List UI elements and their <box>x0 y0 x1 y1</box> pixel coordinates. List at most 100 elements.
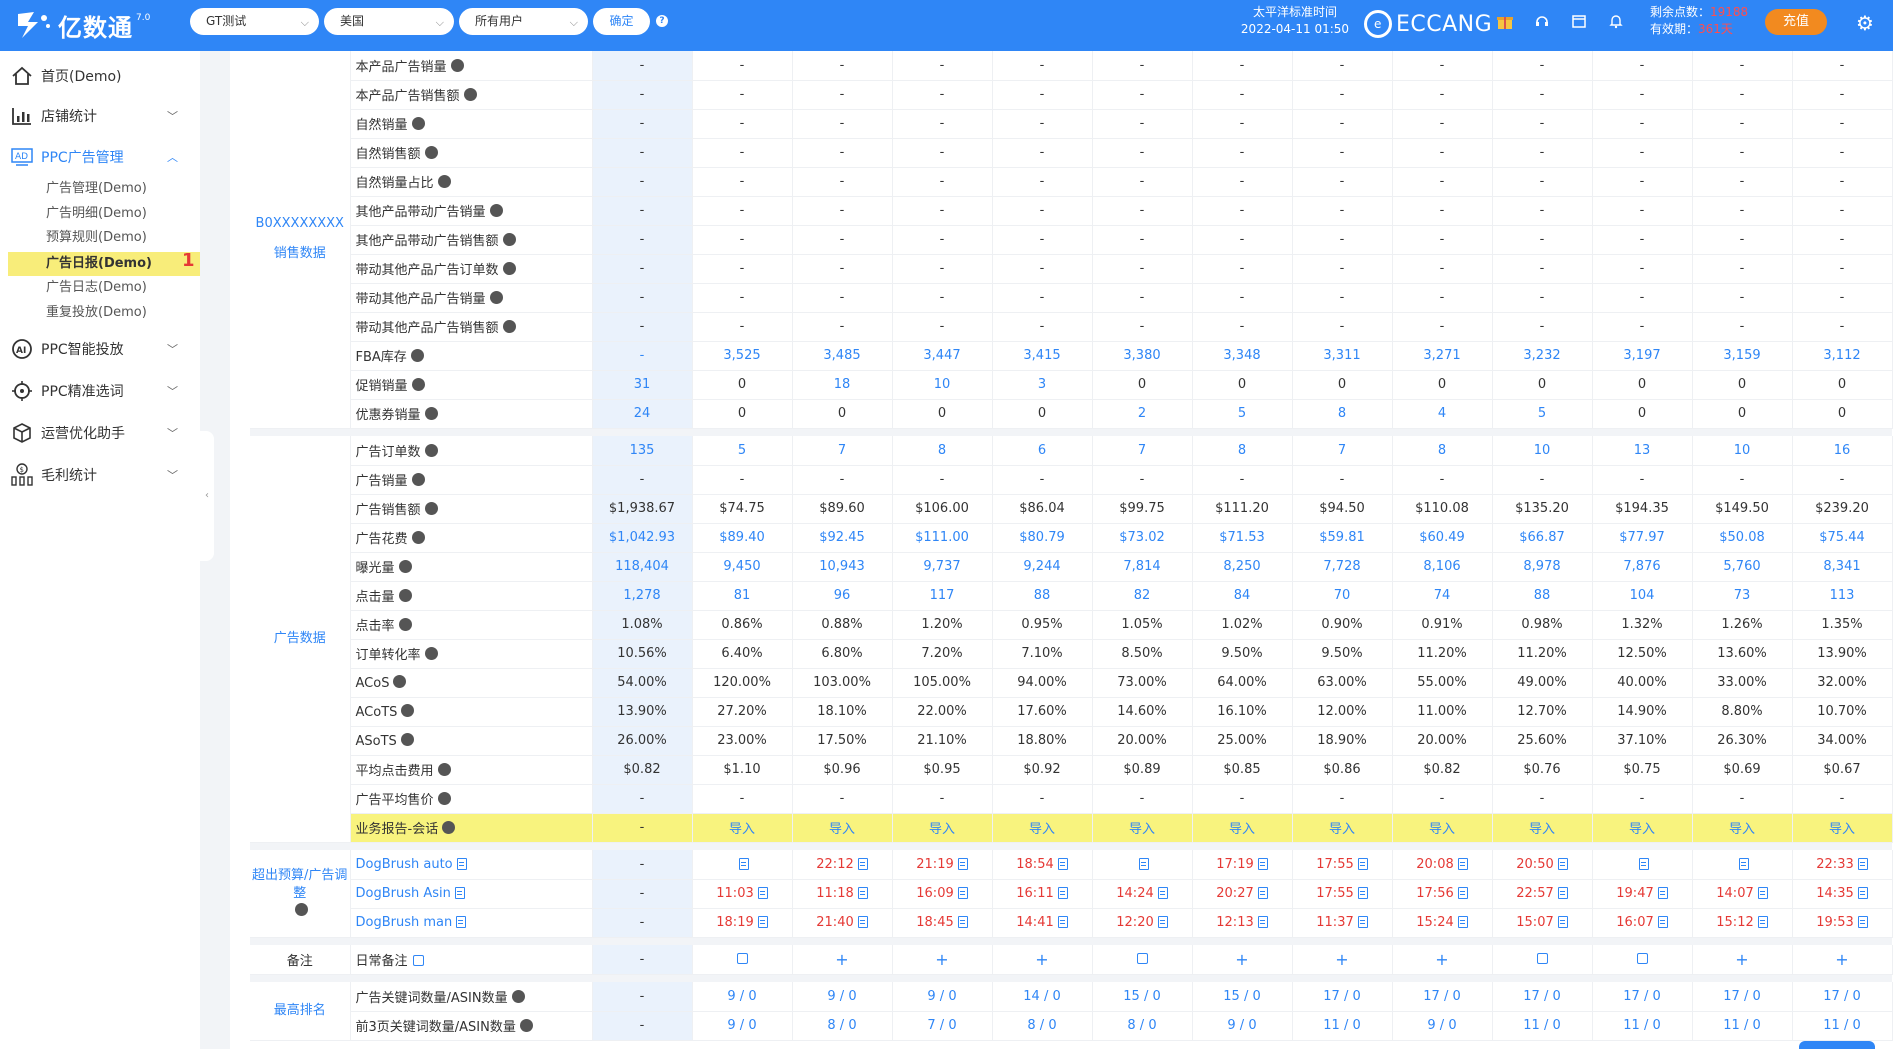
row-label-text[interactable]: DogBrush man <box>356 915 453 930</box>
sidebar-item-ppc-smart[interactable]: AI PPC智能投放 ﹀ <box>0 334 200 364</box>
document-icon[interactable] <box>1557 887 1568 899</box>
help-icon[interactable] <box>295 903 309 917</box>
document-icon[interactable] <box>739 857 749 870</box>
document-icon[interactable] <box>1739 857 1749 870</box>
help-icon[interactable] <box>424 647 438 660</box>
country-select[interactable]: 美国 ⌵ <box>324 8 454 35</box>
edit-icon[interactable] <box>1536 952 1548 964</box>
document-icon[interactable] <box>1639 857 1649 870</box>
help-icon[interactable] <box>502 320 516 333</box>
help-icon[interactable] <box>401 703 415 717</box>
document-icon[interactable] <box>1557 857 1568 870</box>
help-icon[interactable] <box>411 117 425 130</box>
help-icon[interactable] <box>410 349 424 362</box>
document-icon[interactable] <box>1857 857 1868 870</box>
document-icon[interactable] <box>454 887 465 899</box>
document-icon[interactable] <box>957 857 968 870</box>
sidebar-item-gross-profit[interactable]: $ 毛利统计 ﹀ <box>0 460 200 490</box>
settings-gear-icon[interactable]: ⚙ <box>1856 12 1878 34</box>
help-icon[interactable] <box>411 531 425 544</box>
gift-icon[interactable] <box>1496 13 1514 31</box>
document-icon[interactable] <box>1057 857 1068 870</box>
document-icon[interactable] <box>456 857 467 870</box>
document-icon[interactable] <box>957 916 968 928</box>
document-icon[interactable] <box>1357 887 1368 899</box>
help-icon[interactable] <box>437 175 451 188</box>
add-icon[interactable]: + <box>1035 950 1048 969</box>
document-icon[interactable] <box>1057 887 1068 899</box>
help-icon[interactable] <box>442 821 456 834</box>
add-icon[interactable]: + <box>1435 950 1448 969</box>
help-icon[interactable] <box>411 473 425 486</box>
document-icon[interactable] <box>1357 857 1368 870</box>
help-icon[interactable] <box>489 204 503 217</box>
sidebar-item-store-stats[interactable]: 店铺统计 ﹀ <box>0 101 200 131</box>
help-icon[interactable] <box>489 291 503 304</box>
help-icon[interactable] <box>398 560 412 573</box>
sidebar-item-home[interactable]: 首页(Demo) <box>0 61 200 91</box>
document-icon[interactable] <box>1857 887 1868 899</box>
help-icon[interactable] <box>424 502 438 515</box>
store-select[interactable]: GT测试 ⌵ <box>190 8 319 35</box>
help-icon[interactable] <box>519 1019 533 1032</box>
add-icon[interactable]: + <box>1335 950 1348 969</box>
help-icon[interactable] <box>450 58 464 72</box>
document-icon[interactable] <box>1257 857 1268 870</box>
help-icon[interactable] <box>463 88 477 101</box>
help-icon[interactable] <box>398 618 412 631</box>
help-icon[interactable] <box>424 407 438 420</box>
bell-icon[interactable] <box>1607 13 1625 31</box>
document-icon[interactable] <box>857 857 868 870</box>
headset-icon[interactable] <box>1533 13 1551 31</box>
import-link[interactable]: 导入 <box>929 822 955 837</box>
sidebar-subitem-budget-rules[interactable]: 预算规则(Demo) <box>46 227 147 249</box>
edit-icon[interactable] <box>412 954 424 966</box>
add-icon[interactable]: + <box>1735 950 1748 969</box>
document-icon[interactable] <box>1157 887 1168 899</box>
add-icon[interactable]: + <box>935 950 948 969</box>
document-icon[interactable] <box>957 887 968 899</box>
sidebar-collapse-handle[interactable]: ‹ <box>200 431 214 561</box>
help-icon[interactable] <box>437 763 451 776</box>
document-icon[interactable] <box>1257 916 1268 928</box>
confirm-button[interactable]: 确定 <box>593 8 650 35</box>
edit-icon[interactable] <box>736 952 748 964</box>
recharge-button[interactable]: 充值 <box>1765 9 1827 35</box>
import-link[interactable]: 导入 <box>1529 822 1555 837</box>
import-link[interactable]: 导入 <box>1029 822 1055 837</box>
sidebar-item-ops-assistant[interactable]: 运营优化助手 ﹀ <box>0 418 200 448</box>
help-icon[interactable] <box>511 989 525 1003</box>
row-label-text[interactable]: DogBrush auto <box>356 857 453 872</box>
document-icon[interactable] <box>857 887 868 899</box>
import-link[interactable]: 导入 <box>1829 822 1855 837</box>
sidebar-subitem-ad-details[interactable]: 广告明细(Demo) <box>46 203 147 225</box>
import-link[interactable]: 导入 <box>729 822 755 837</box>
help-icon[interactable]: ? <box>656 15 668 27</box>
document-icon[interactable] <box>1357 916 1368 928</box>
help-icon[interactable] <box>502 262 516 275</box>
sidebar-subitem-ad-daily-report[interactable]: 广告日报(Demo) 1 <box>8 250 200 276</box>
edit-icon[interactable] <box>1636 952 1648 964</box>
help-icon[interactable] <box>424 443 438 457</box>
import-link[interactable]: 导入 <box>1329 822 1355 837</box>
document-icon[interactable] <box>857 916 868 928</box>
help-icon[interactable] <box>502 233 516 246</box>
sidebar-subitem-ad-log[interactable]: 广告日志(Demo) <box>46 277 147 299</box>
add-icon[interactable]: + <box>835 950 848 969</box>
sidebar-subitem-ad-management[interactable]: 广告管理(Demo) <box>46 178 147 200</box>
document-icon[interactable] <box>1257 887 1268 899</box>
help-icon[interactable] <box>400 732 414 746</box>
document-icon[interactable] <box>1657 916 1668 928</box>
import-link[interactable]: 导入 <box>1429 822 1455 837</box>
import-link[interactable]: 导入 <box>1129 822 1155 837</box>
document-icon[interactable] <box>1139 857 1149 870</box>
add-icon[interactable]: + <box>1835 950 1848 969</box>
document-icon[interactable] <box>757 916 768 928</box>
edit-icon[interactable] <box>1136 952 1148 964</box>
document-icon[interactable] <box>1457 887 1468 899</box>
document-icon[interactable] <box>1557 916 1568 928</box>
document-icon[interactable] <box>1157 916 1168 928</box>
sidebar-subitem-repeat-placement[interactable]: 重复投放(Demo) <box>46 302 147 324</box>
document-icon[interactable] <box>1857 916 1868 928</box>
add-icon[interactable]: + <box>1235 950 1248 969</box>
